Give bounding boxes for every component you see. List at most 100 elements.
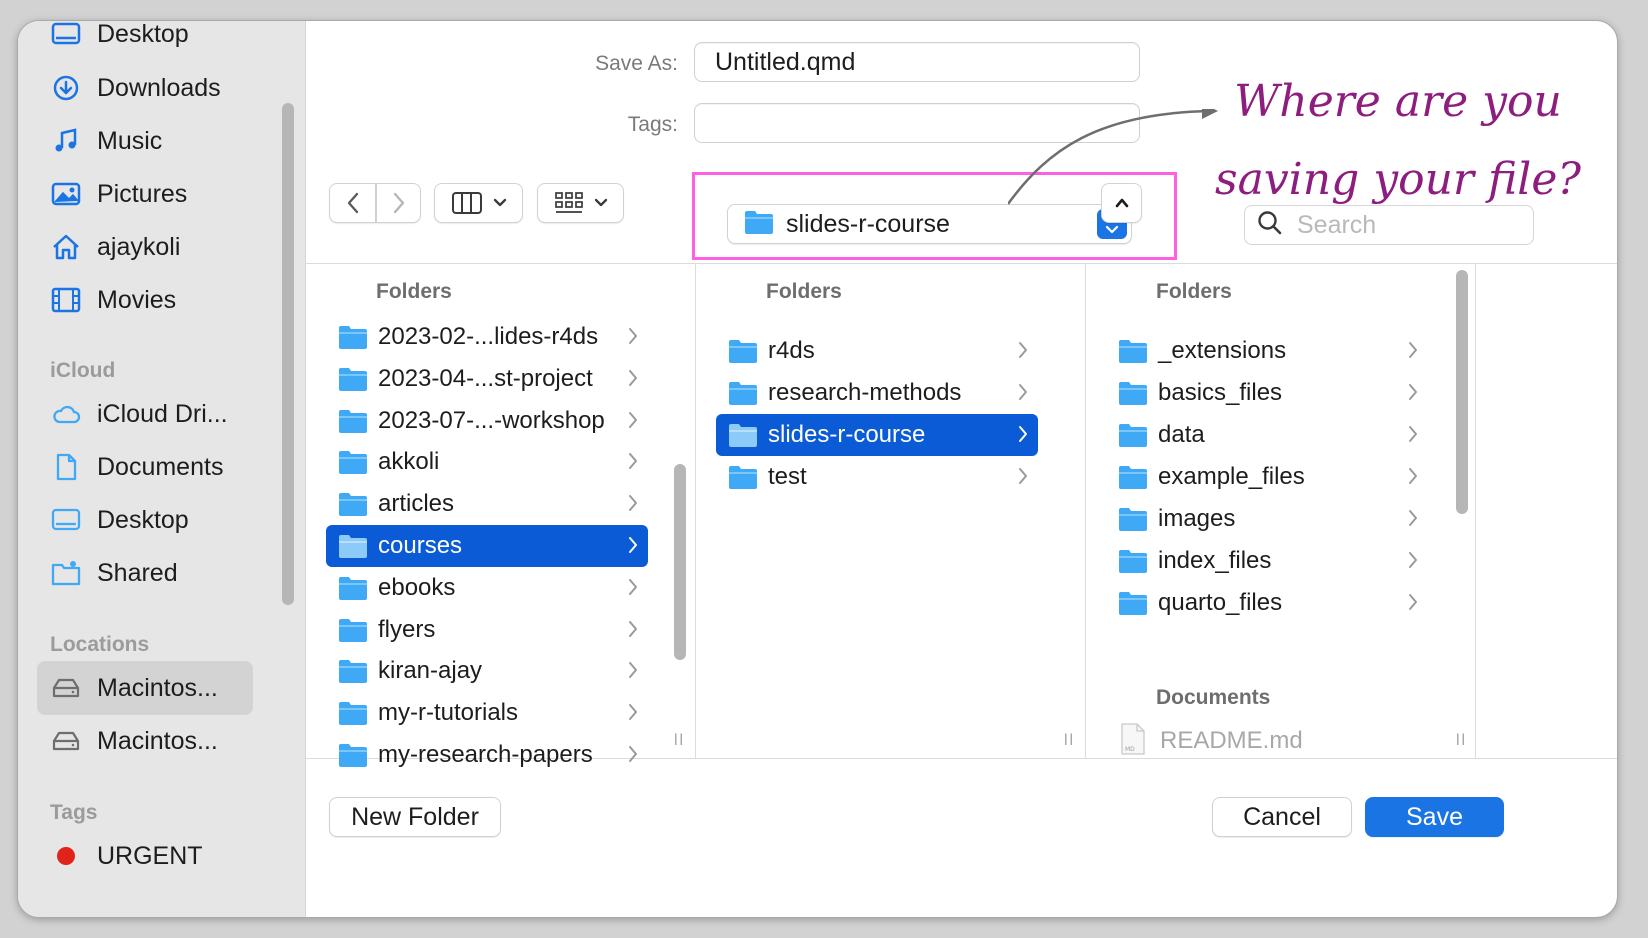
folder-icon [1118,590,1148,616]
chevron-right-icon [1018,425,1028,448]
sidebar-item-pictures[interactable]: Pictures [37,167,253,221]
folder-row[interactable]: akkoli [326,441,648,483]
folder-name: ebooks [378,573,456,601]
folder-row[interactable]: _extensions [1106,330,1428,372]
sidebar-item-label: Documents [97,452,224,481]
column-scrollbar[interactable] [674,464,686,660]
chevron-right-icon [628,327,638,350]
folder-icon [1118,506,1148,532]
folder-row[interactable]: slides-r-course [716,414,1038,456]
save-button[interactable]: Save [1365,797,1504,837]
chevron-right-icon [628,369,638,392]
sidebar-item-downloads[interactable]: Downloads [37,61,253,115]
folder-name: 2023-07-...-workshop [378,406,605,434]
tag-color-dot-icon [49,841,83,871]
chevron-right-icon [628,578,638,601]
folder-row[interactable]: index_files [1106,540,1428,582]
folder-icon [338,575,368,601]
sidebar-item-music[interactable]: Music [37,114,253,168]
file-row[interactable]: MD README.md [1116,720,1416,762]
desktop-icon [49,505,83,535]
back-button[interactable] [329,183,376,223]
folder-row[interactable]: data [1106,414,1428,456]
folder-name: r4ds [768,337,815,364]
sidebar-item-label: Shared [97,558,178,587]
folder-row[interactable]: example_files [1106,456,1428,498]
column-2: Folders r4ds research-methods slides-r-cou… [696,264,1086,758]
location-popup[interactable]: slides-r-course [727,204,1132,244]
column-3-scrollbar[interactable] [1456,270,1468,514]
column-resize-handle[interactable]: ll [1064,732,1075,750]
sidebar-item-home[interactable]: ajaykoli [37,220,253,274]
folder-row[interactable]: flyers [326,609,648,651]
folder-icon [338,700,368,726]
folder-row[interactable]: quarto_files [1106,582,1428,624]
columns-view-icon [451,191,483,215]
folder-name: test [768,463,807,490]
folder-icon [744,209,774,240]
folder-row[interactable]: research-methods [716,372,1038,414]
tags-label: Tags: [627,113,678,136]
chevron-right-icon [1018,383,1028,406]
folder-row[interactable]: 2023-04-...st-project [326,358,648,400]
folder-row[interactable]: 2023-02-...lides-r4ds [326,316,648,358]
sidebar-scrollbar[interactable] [282,103,294,605]
sidebar-item-tag-urgent[interactable]: URGENT [37,829,253,883]
sidebar-item-label: Desktop [97,20,189,48]
chevron-right-icon [628,620,638,643]
sidebar-item-desktop[interactable]: Desktop [37,20,253,61]
document-icon [49,452,83,482]
chevron-right-icon [628,536,638,559]
folder-name: akkoli [378,448,440,476]
folder-name: quarto_files [1158,589,1283,616]
folder-row[interactable]: test [716,456,1038,498]
column-3: Folders _extensions basics_files data examp… [1086,264,1476,758]
chevron-right-icon [1408,467,1418,490]
chevron-right-icon [628,703,638,726]
folder-row[interactable]: images [1106,498,1428,540]
folder-row[interactable]: articles [326,483,648,525]
folder-name: kiran-ajay [378,657,483,685]
folder-row[interactable]: courses [326,525,648,567]
folder-row[interactable]: my-r-tutorials [326,692,648,734]
chevron-right-icon [1408,341,1418,364]
annotation-line-2: saving your file? [1215,154,1581,205]
disk-icon [49,673,83,703]
folder-row[interactable]: 2023-07-...-workshop [326,400,648,442]
disk-icon [49,726,83,756]
folder-icon [338,658,368,684]
folder-row[interactable]: kiran-ajay [326,650,648,692]
folder-name: _extensions [1158,337,1287,364]
icloud-icon [49,399,83,429]
column-resize-handle[interactable]: ll [1456,732,1467,750]
sidebar-item-shared[interactable]: Shared [37,546,253,600]
sidebar-item-icloud-drive[interactable]: iCloud Dri... [37,387,253,441]
folder-icon [338,533,368,559]
cancel-button[interactable]: Cancel [1212,797,1352,837]
folder-icon [728,464,758,490]
group-by-button[interactable] [537,183,624,223]
sidebar-item-label: Music [97,126,163,155]
folder-row[interactable]: basics_files [1106,372,1428,414]
folder-row[interactable]: r4ds [716,330,1038,372]
sidebar-item-macintosh-2[interactable]: Macintos... [37,714,253,768]
sidebar-item-icloud-desktop[interactable]: Desktop [37,493,253,547]
view-mode-button[interactable] [434,183,523,223]
chevron-right-icon [1018,341,1028,364]
folder-name: articles [378,490,455,518]
folder-row[interactable]: my-research-papers [326,734,648,776]
sidebar-item-documents[interactable]: Documents [37,440,253,494]
sidebar-item-movies[interactable]: Movies [37,273,253,327]
new-folder-button[interactable]: New Folder [329,797,501,837]
chevron-right-icon [628,494,638,517]
folder-row[interactable]: ebooks [326,567,648,609]
chevron-right-icon [628,661,638,684]
sidebar-item-label: Macintos... [97,673,218,702]
column-header: Folders [376,280,452,303]
forward-button[interactable] [376,183,421,223]
column-resize-handle[interactable]: ll [674,732,685,750]
save-as-input[interactable]: Untitled.qmd [694,42,1140,82]
column-header: Folders [1156,280,1232,303]
sidebar-item-label: iCloud Dri... [97,399,228,428]
sidebar-item-macintosh-hd[interactable]: Macintos... [37,661,253,715]
